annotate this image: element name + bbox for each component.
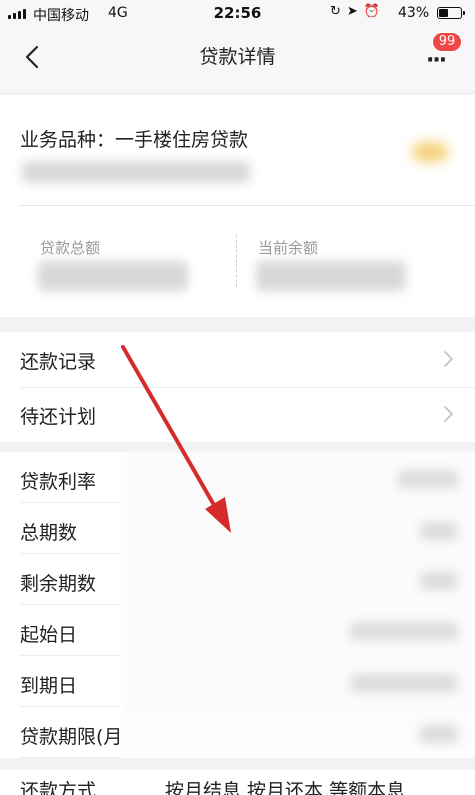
detail-label: 起始日 xyxy=(20,624,78,646)
redacted-start-date xyxy=(350,622,458,640)
notification-badge: 99 xyxy=(432,32,462,52)
loan-status-icon xyxy=(412,142,448,162)
link-label: 待还计划 xyxy=(20,406,97,428)
nav-bar: 贷款详情 ··· xyxy=(0,28,475,90)
divider xyxy=(236,235,237,287)
link-label: 还款记录 xyxy=(20,351,97,373)
detail-label: 总期数 xyxy=(20,522,78,544)
redacted-loan-term xyxy=(420,725,458,743)
loan-product-type: 业务品种：一手楼住房贷款 xyxy=(20,129,249,151)
current-balance-label: 当前余额 xyxy=(258,239,319,257)
chevron-right-icon xyxy=(444,406,453,422)
status-icons: ↻➤⏰ xyxy=(330,4,386,19)
redacted-end-date xyxy=(350,674,458,692)
chevron-right-icon xyxy=(444,351,453,367)
section-gap xyxy=(0,758,475,770)
detail-row-remaining-periods: 剩余期数 xyxy=(0,554,475,605)
redacted-interest-rate xyxy=(398,470,458,488)
divider xyxy=(18,205,475,206)
repayment-method-options: 按月结息 按月还本 等额本息 xyxy=(165,780,406,795)
battery-percent: 43% xyxy=(398,5,430,21)
redacted-total-amount xyxy=(38,261,188,291)
record-links: 还款记录 待还计划 xyxy=(0,332,475,442)
status-bar: 中国移动 4G 22:56 ↻➤⏰ 43% xyxy=(0,0,475,28)
redacted-account-info xyxy=(22,161,250,183)
battery-icon xyxy=(437,7,465,19)
orientation-lock-icon: ↻ xyxy=(330,4,347,19)
pending-repayment-plan-link[interactable]: 待还计划 xyxy=(0,387,475,442)
detail-label: 贷款利率 xyxy=(20,471,97,493)
detail-row-total-periods: 总期数 xyxy=(0,503,475,554)
detail-label: 剩余期数 xyxy=(20,573,97,595)
location-icon: ➤ xyxy=(346,4,364,19)
detail-label: 到期日 xyxy=(20,675,78,697)
redacted-current-balance xyxy=(256,261,406,291)
page-title: 贷款详情 xyxy=(199,46,276,68)
detail-label: 贷款期限(月 xyxy=(20,726,123,748)
repayment-method-row: 还款方式 按月结息 按月还本 等额本息 xyxy=(0,770,475,795)
redacted-remaining-periods xyxy=(420,572,458,590)
repayment-method-label: 还款方式 xyxy=(20,780,97,795)
total-amount-label: 贷款总额 xyxy=(40,239,101,257)
repayment-records-link[interactable]: 还款记录 xyxy=(0,332,475,387)
loan-details: 贷款利率 总期数 剩余期数 起始日 到期日 贷款期限(月 xyxy=(0,452,475,795)
alarm-icon: ⏰ xyxy=(363,4,386,19)
loan-summary-card: 业务品种：一手楼住房贷款 贷款总额 当前余额 xyxy=(0,95,475,317)
more-icon: ··· xyxy=(426,48,447,73)
battery-fill xyxy=(439,9,448,17)
redacted-total-periods xyxy=(420,522,458,540)
